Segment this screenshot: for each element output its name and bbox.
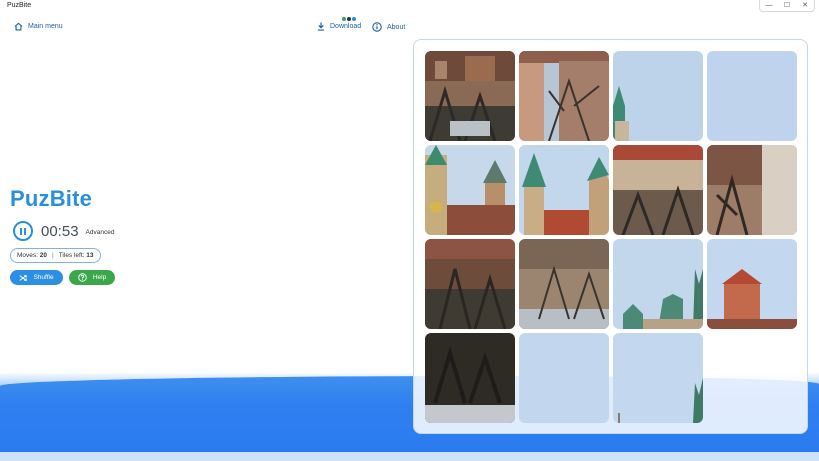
shuffle-button[interactable]: Shuffle — [10, 270, 63, 285]
puzzle-tile[interactable] — [519, 239, 609, 329]
tiles-left-label: Tiles left: — [58, 252, 85, 259]
shuffle-icon — [19, 274, 28, 281]
puzzle-tile[interactable] — [519, 145, 609, 235]
help-label: Help — [92, 274, 107, 281]
window-title: PuzBite — [7, 2, 32, 9]
maximize-button[interactable]: ☐ — [780, 1, 794, 11]
download-link[interactable]: Download — [317, 22, 361, 31]
about-label: About — [387, 23, 406, 31]
title-bar: PuzBite — ☐ ✕ — [0, 0, 819, 14]
home-icon — [14, 22, 23, 31]
puzzle-tile[interactable] — [519, 51, 609, 141]
pause-button[interactable] — [13, 221, 33, 241]
logo-dots — [342, 17, 356, 21]
pause-icon — [20, 227, 22, 235]
puzzle-tile[interactable] — [425, 239, 515, 329]
puzzle-tile[interactable] — [519, 333, 609, 423]
shuffle-label: Shuffle — [33, 274, 54, 281]
game-title: PuzBite — [10, 186, 93, 211]
tiles-left-value: 13 — [86, 252, 94, 259]
puzzle-tile[interactable] — [613, 51, 703, 141]
puzzle-tile[interactable] — [613, 333, 703, 423]
about-link[interactable]: About — [372, 22, 405, 32]
puzzle-tile[interactable] — [425, 333, 515, 423]
moves-value: 20 — [39, 252, 47, 259]
puzzle-tile[interactable] — [613, 145, 703, 235]
puzzle-tile[interactable] — [707, 145, 797, 235]
puzzle-tile[interactable] — [425, 51, 515, 141]
help-icon — [78, 273, 87, 282]
download-icon — [317, 22, 325, 31]
difficulty-label: Advanced — [85, 228, 115, 236]
puzzle-tile[interactable] — [613, 239, 703, 329]
puzzle-tile[interactable] — [707, 239, 797, 329]
help-button[interactable]: Help — [69, 270, 115, 285]
minimize-button[interactable]: — — [762, 1, 776, 11]
timer-row: 00:53 Advanced — [13, 221, 114, 241]
main-menu-label: Main menu — [28, 23, 63, 30]
puzzle-tile[interactable] — [707, 51, 797, 141]
wave-bottom-band — [0, 452, 819, 461]
download-label: Download — [330, 23, 362, 30]
moves-label: Moves: — [17, 252, 38, 259]
puzzle-board — [413, 39, 808, 434]
main-menu-link[interactable]: Main menu — [14, 22, 63, 31]
stats-pill: Moves: 20 | Tiles left: 13 — [10, 248, 101, 263]
puzzle-tile[interactable] — [425, 145, 515, 235]
close-button[interactable]: ✕ — [798, 1, 812, 11]
info-icon — [372, 22, 382, 32]
window-controls: — ☐ ✕ — [759, 0, 815, 12]
timer-display: 00:53 — [41, 222, 79, 240]
